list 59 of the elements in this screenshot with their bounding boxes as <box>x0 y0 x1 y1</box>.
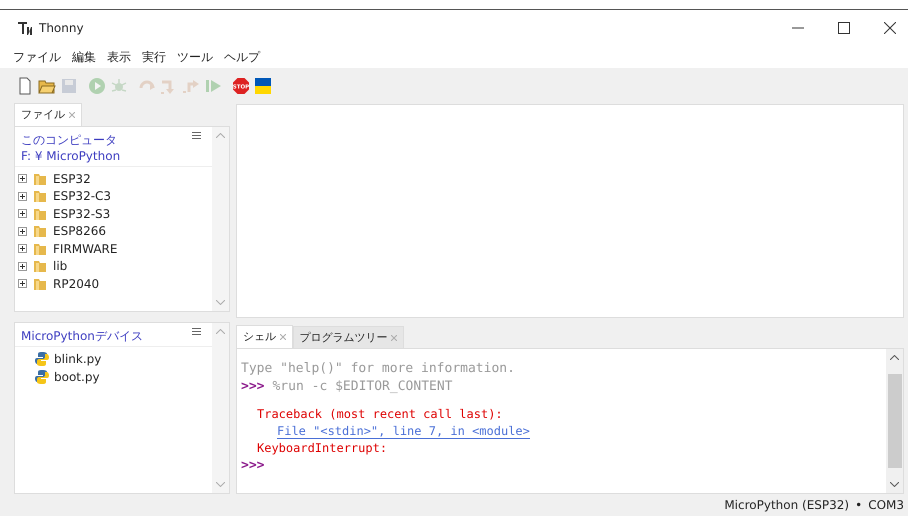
panel-tab[interactable]: プログラムツリー <box>292 326 404 348</box>
port-status: COM3 <box>868 498 904 512</box>
folder-icon <box>33 172 47 186</box>
menu-icon[interactable] <box>192 328 201 336</box>
panel-title: MicroPythonデバイス <box>21 328 143 344</box>
folder-icon <box>33 259 47 274</box>
expand-icon[interactable] <box>18 174 27 184</box>
shell-text: Type "help()" for more information. <box>241 360 516 378</box>
file-item[interactable]: blink.py <box>54 352 102 366</box>
panel-tab[interactable]: シェル <box>236 325 292 348</box>
tree-item[interactable]: ESP32-C3 <box>53 189 112 204</box>
tree-item[interactable]: lib <box>53 259 68 274</box>
folder-icon <box>33 189 47 204</box>
close-icon[interactable] <box>884 22 896 34</box>
menu-item[interactable]: 実行 <box>142 48 166 66</box>
flag-icon[interactable] <box>254 77 272 95</box>
maximize-icon[interactable] <box>838 22 850 34</box>
shell-command: %run -c $EDITOR_CONTENT <box>272 378 452 396</box>
folder-icon <box>33 276 47 291</box>
window-title: Thonny <box>39 21 84 35</box>
expand-icon[interactable] <box>18 226 27 236</box>
expand-icon[interactable] <box>18 279 27 288</box>
tree-item[interactable]: RP2040 <box>53 276 100 291</box>
error-text: Traceback (most recent call last): <box>256 406 504 423</box>
menu-item[interactable]: 表示 <box>107 48 131 66</box>
interpreter-status[interactable]: MicroPython (ESP32) <box>724 498 850 512</box>
prompt-marker: >>> <box>241 457 264 475</box>
tree-item[interactable]: ESP8266 <box>53 224 106 238</box>
tree-item[interactable]: ESP32-S3 <box>53 206 110 221</box>
file-item[interactable]: boot.py <box>54 370 100 384</box>
expand-icon[interactable] <box>18 209 27 218</box>
prompt-marker: >>> <box>241 378 264 396</box>
folder-icon <box>33 206 47 221</box>
error-text: KeyboardInterrupt: <box>256 440 388 457</box>
menu-item[interactable]: ヘルプ <box>224 48 260 66</box>
scroll-down-icon[interactable] <box>890 482 899 487</box>
status-separator: • <box>855 498 862 512</box>
panel-title: このコンピュータ <box>21 132 118 148</box>
scrollbar[interactable] <box>886 349 903 493</box>
folder-icon <box>33 242 47 256</box>
panel-tab[interactable]: ファイル <box>14 103 82 126</box>
traceback-link[interactable]: File "<stdin>", line 7, in <module> <box>277 424 530 439</box>
folder-path: F: ¥ MicroPython <box>21 148 120 164</box>
menu-item[interactable]: ツール <box>177 48 213 66</box>
expand-icon[interactable] <box>18 192 27 201</box>
tree-item[interactable]: FIRMWARE <box>53 242 118 256</box>
shell-panel[interactable]: Type "help()" for more information. >>> %run -c $EDITOR_CONTENT Traceback (most recent call last): File "<stdin>", line 7, in <module> KeyboardInterrupt: >>> <box>236 348 904 494</box>
folder-icon <box>33 224 47 238</box>
expand-icon[interactable] <box>18 262 27 271</box>
scroll-up-icon[interactable] <box>890 355 899 360</box>
python-icon <box>34 368 50 385</box>
app-logo-icon <box>17 20 33 36</box>
scrollbar-thumb[interactable] <box>888 374 902 468</box>
tree-item[interactable]: ESP32 <box>53 172 91 186</box>
python-icon <box>34 351 50 368</box>
expand-icon[interactable] <box>18 244 27 254</box>
menu-icon[interactable] <box>192 132 201 139</box>
menu-item[interactable]: 編集 <box>72 48 96 66</box>
menu-item[interactable]: ファイル <box>13 48 61 66</box>
